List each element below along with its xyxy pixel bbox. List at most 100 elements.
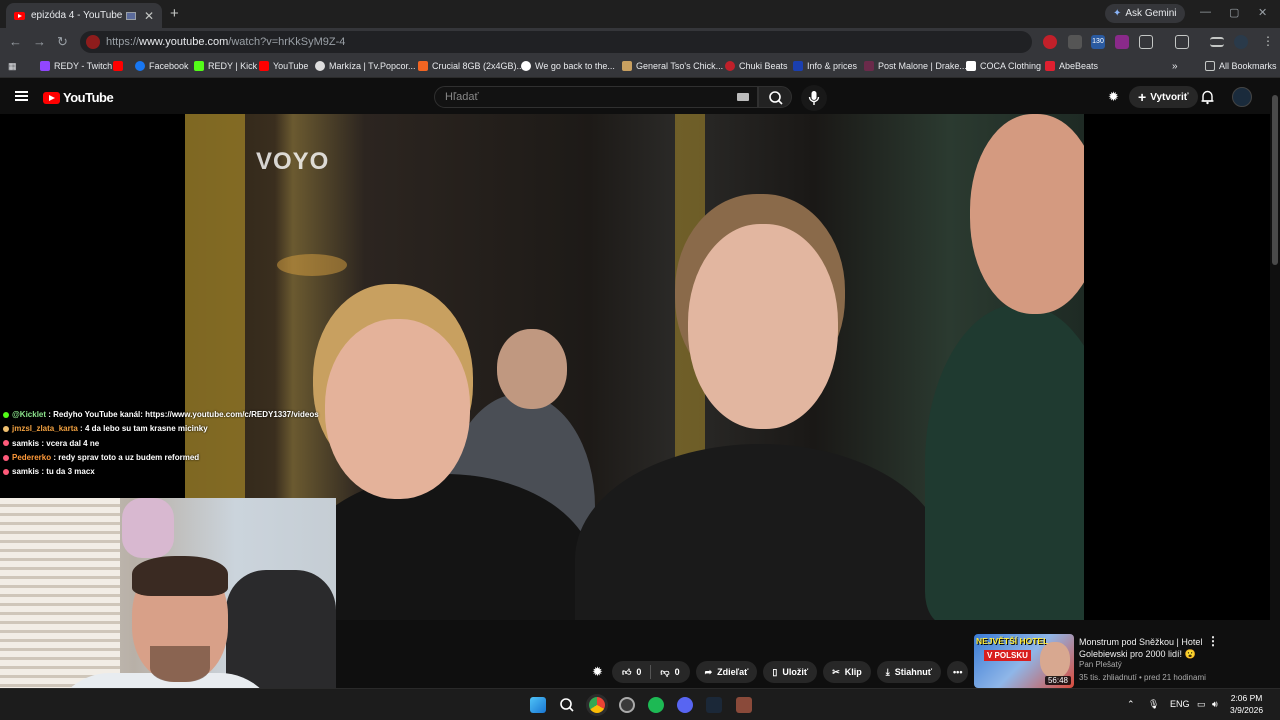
create-button[interactable]: + Vytvoriť — [1129, 86, 1198, 108]
stream-chat-overlay: @Kicklet : Redyho YouTube kanál: https:/… — [3, 408, 319, 479]
forward-arrow-icon[interactable]: → — [33, 34, 46, 49]
address-bar[interactable]: https://www.youtube.com/watch?v=hrKkSyM9… — [80, 31, 1032, 53]
browser-tab-active[interactable]: epizóda 4 - YouTube ✕ — [6, 3, 162, 28]
youtube-logo-text: YouTube — [63, 90, 114, 105]
bookmark-12[interactable]: COCA Clothing — [966, 61, 1041, 71]
bookmark-3[interactable]: REDY | Kick — [194, 61, 257, 71]
scrollbar-thumb[interactable] — [1272, 95, 1278, 265]
ask-ai-sparkle-icon[interactable]: ✹ — [592, 664, 606, 680]
recommended-video[interactable]: NEJVĚTŠÍ HOTEL V POLSKU 56:48 Monstrum p… — [974, 634, 1234, 688]
reload-icon[interactable]: ↻ — [57, 34, 68, 50]
spotify-icon[interactable] — [648, 697, 664, 713]
extensions-puzzle-icon[interactable] — [1139, 35, 1153, 49]
bookmark-6[interactable]: Crucial 8GB (2x4GB)... — [418, 61, 524, 71]
crucial-icon — [418, 61, 428, 71]
window-close-icon[interactable]: ✕ — [1258, 6, 1267, 19]
bookmark-icon: ▯ — [772, 666, 778, 677]
search-icon[interactable] — [559, 697, 575, 713]
download-icon: ⤓ — [885, 666, 890, 677]
apps-grid-icon[interactable]: ▦ — [8, 61, 17, 72]
download-button[interactable]: ⤓ Stiahnuť — [876, 661, 942, 683]
bookmarks-overflow-icon[interactable]: » — [1172, 61, 1178, 72]
plush-toy — [122, 498, 174, 558]
video-thumbnail[interactable]: NEJVĚTŠÍ HOTEL V POLSKU 56:48 — [974, 634, 1074, 688]
tray-overflow-icon[interactable]: ⌃ — [1127, 699, 1135, 710]
clock[interactable]: 2:06 PM 3/9/2026 — [1230, 692, 1263, 716]
bookmark-7[interactable]: We go back to the... — [521, 61, 615, 71]
network-icon[interactable]: ▭ — [1197, 699, 1206, 710]
browser-menu-icon[interactable]: ⋮ — [1262, 34, 1274, 48]
language-indicator[interactable]: ENG — [1170, 699, 1190, 709]
bookmark-8[interactable]: General Tso's Chick... — [622, 61, 723, 71]
maximize-icon[interactable]: ▢ — [1229, 6, 1239, 19]
bookmark-13[interactable]: AbeBeats — [1045, 61, 1098, 71]
new-tab-button[interactable]: + — [170, 5, 179, 22]
voice-search-button[interactable] — [801, 85, 827, 111]
webcam-overlay — [0, 498, 336, 720]
bookmark-4[interactable]: YouTube — [259, 61, 308, 71]
extension-red-icon[interactable] — [1043, 35, 1057, 49]
person-right-face — [970, 114, 1084, 314]
keyboard-icon[interactable] — [737, 93, 749, 101]
chat-message: @Kicklet : Redyho YouTube kanál: https:/… — [3, 408, 319, 422]
search-input[interactable]: Hľadať — [434, 86, 758, 108]
ask-gemini-label: Ask Gemini — [1125, 8, 1177, 19]
extension-gray-icon[interactable] — [1068, 35, 1082, 49]
gear-icon[interactable]: ✹ — [1108, 89, 1119, 105]
obs-icon[interactable] — [619, 697, 635, 713]
cast-icon[interactable] — [1175, 35, 1189, 49]
video-actions: ✹ 👍︎ 0 👎︎ 0 ➦ Zdieľať ▯ Uložiť ✂ Klip ⤓ Stiahn… — [592, 661, 969, 683]
media-controls-icon[interactable] — [1210, 37, 1224, 47]
tab-close-icon[interactable]: ✕ — [144, 9, 154, 23]
ask-gemini-button[interactable]: ✦ Ask Gemini — [1105, 4, 1185, 23]
create-label: Vytvoriť — [1150, 91, 1189, 103]
dislike-button[interactable]: 👎︎ 0 — [660, 667, 679, 678]
save-button[interactable]: ▯ Uložiť — [763, 661, 818, 683]
bookmark-1[interactable] — [113, 61, 123, 71]
chat-badge-icon — [3, 469, 9, 476]
like-button[interactable]: 👍︎ 0 — [622, 667, 641, 678]
clip-button[interactable]: ✂ Klip — [823, 661, 871, 683]
background-person-face — [497, 329, 567, 409]
plus-icon: + — [1138, 89, 1147, 105]
app-icon[interactable] — [736, 697, 752, 713]
profile-avatar-icon[interactable] — [1234, 35, 1248, 49]
chrome-icon[interactable] — [589, 697, 605, 713]
extension-purple-icon[interactable] — [1115, 35, 1129, 49]
recommendation-more-icon[interactable]: ⋮ — [1207, 634, 1219, 648]
clock-time: 2:06 PM — [1230, 693, 1263, 703]
channel-name[interactable]: Pan Plešatý — [1079, 660, 1122, 669]
tray-mic-icon[interactable]: 🎙︎ — [1148, 699, 1159, 710]
more-actions-button[interactable]: ••• — [947, 661, 969, 683]
globe-icon — [315, 61, 325, 71]
google-icon — [521, 61, 531, 71]
voyo-watermark: VOYO — [256, 148, 330, 175]
hamburger-menu-icon[interactable] — [15, 91, 28, 101]
share-button[interactable]: ➦ Zdieľať — [695, 661, 758, 683]
youtube-logo[interactable]: YouTube — [43, 90, 114, 105]
account-avatar[interactable] — [1232, 87, 1252, 107]
back-arrow-icon[interactable]: ← — [9, 34, 22, 49]
bookmark-10[interactable]: Info & prices — [793, 61, 857, 71]
search-icon — [769, 91, 783, 105]
extension-badge-icon[interactable]: 130 — [1091, 35, 1105, 49]
site-info-icon[interactable] — [86, 35, 100, 49]
video-title[interactable]: Monstrum pod Sněžkou | Hotel Golebiewski… — [1079, 636, 1209, 660]
minimize-icon[interactable]: — — [1200, 6, 1211, 18]
bookmark-11[interactable]: Post Malone | Drake... — [864, 61, 967, 71]
windows-start-icon[interactable] — [530, 697, 546, 713]
volume-icon[interactable]: 🔊︎ — [1212, 699, 1218, 710]
scissors-icon: ✂ — [832, 666, 840, 677]
chat-badge-icon — [3, 440, 9, 447]
bookmark-5[interactable]: Markíza | Tv.Popcor... — [315, 61, 416, 71]
bookmark-9[interactable]: Chuki Beats — [725, 61, 788, 71]
all-bookmarks-button[interactable]: All Bookmarks — [1205, 61, 1277, 71]
windows-taskbar: ⌃ 🎙︎ ENG ▭ 🔊︎ 2:06 PM 3/9/2026 — [0, 688, 1280, 720]
discord-icon[interactable] — [677, 697, 693, 713]
steam-icon[interactable] — [706, 697, 722, 713]
bookmark-0[interactable]: REDY - Twitch — [40, 61, 112, 71]
notifications-bell-icon[interactable] — [1200, 89, 1215, 105]
chat-badge-icon — [3, 426, 9, 433]
bookmark-2[interactable]: Facebook — [135, 61, 189, 71]
search-button[interactable] — [758, 86, 792, 108]
